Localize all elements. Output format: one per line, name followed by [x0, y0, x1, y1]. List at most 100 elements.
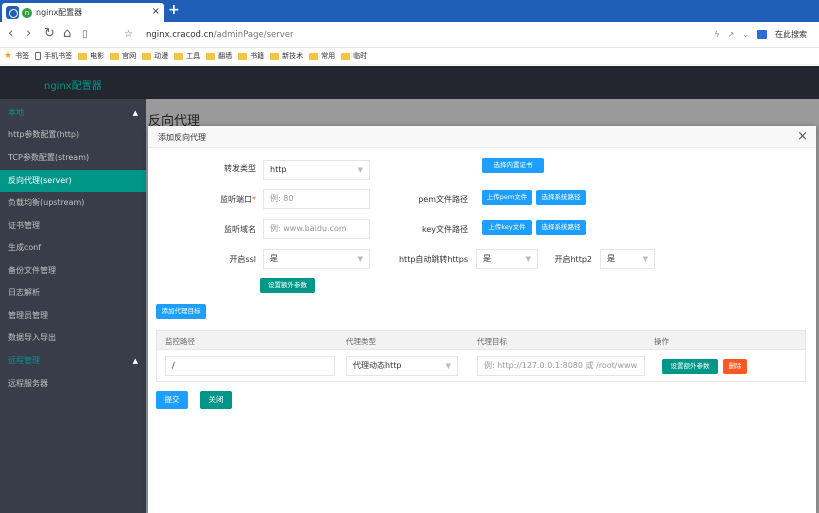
path-input[interactable]: / — [165, 356, 335, 376]
forward-icon[interactable]: › — [26, 27, 31, 41]
http2-label: 开启http2 — [554, 255, 592, 264]
sidebar-item-backup[interactable]: 备份文件管理 — [0, 260, 146, 282]
http2-select[interactable]: 是 ▼ — [600, 249, 655, 269]
table-row: / 代理动态http ▼ 例: http://127.0.0.1:8080 或 … — [156, 350, 806, 382]
url-path: /adminPage/server — [213, 30, 294, 40]
sidebar-item-log[interactable]: 日志解析 — [0, 282, 146, 304]
browser-tab-bar: n nginx配置器 × + — [0, 0, 819, 22]
sidebar-item-stream[interactable]: TCP参数配置(stream) — [0, 147, 146, 169]
folder-icon — [309, 52, 319, 60]
folder-icon — [270, 52, 280, 60]
key-path-label: key文件路径 — [421, 225, 468, 234]
sidebar-item-cert[interactable]: 证书管理 — [0, 215, 146, 237]
proxy-type-select[interactable]: 代理动态http ▼ — [346, 356, 458, 376]
sidebar-item-http[interactable]: http参数配置(http) — [0, 124, 146, 146]
sidebar-item-server[interactable]: 反向代理(server) — [0, 170, 146, 192]
http-redirect-value: 是 — [483, 254, 491, 263]
add-target-button[interactable]: 添加代理目标 — [156, 304, 206, 319]
search-box[interactable]: 在此搜索 — [775, 29, 807, 40]
chevron-down-icon: ▼ — [357, 166, 363, 174]
caret-up-icon: ▲ — [132, 109, 138, 117]
proxy-type-value: 代理动态http — [353, 361, 402, 370]
required-mark: * — [252, 195, 256, 204]
select-cert-button[interactable]: 选择内置证书 — [482, 158, 544, 173]
column-header-path: 监控路径 — [165, 337, 195, 346]
listen-port-input[interactable]: 例: 80 — [263, 189, 370, 209]
sidebar-item-remote-server[interactable]: 远程服务器 — [0, 373, 146, 395]
sidebar-item-upstream[interactable]: 负载均衡(upstream) — [0, 192, 146, 214]
site-favicon-icon: n — [22, 7, 32, 18]
chevron-down-icon: ▼ — [642, 255, 648, 263]
http-redirect-label: http自动跳转https — [398, 255, 468, 264]
chevron-down-icon: ▼ — [525, 255, 531, 263]
sidebar: 本地 ▲ http参数配置(http) TCP参数配置(stream) 反向代理(… — [0, 99, 146, 513]
sidebar-item-conf[interactable]: 生成conf — [0, 237, 146, 259]
ssl-select[interactable]: 是 ▼ — [263, 249, 370, 269]
browser-tab[interactable]: n nginx配置器 × — [2, 3, 164, 22]
bookmark-item[interactable]: 手机书签 — [35, 51, 72, 61]
back-icon[interactable]: ‹ — [8, 27, 13, 41]
app-brand[interactable]: nginx配置器 — [44, 77, 102, 92]
http-redirect-select[interactable]: 是 ▼ — [476, 249, 538, 269]
bookmark-item[interactable]: 常用 — [309, 51, 335, 61]
row-extra-params-button[interactable]: 设置额外参数 — [662, 359, 718, 374]
column-header-target: 代理目标 — [477, 337, 507, 346]
ssl-value: 是 — [270, 254, 278, 263]
share-icon[interactable]: ↗ — [728, 30, 735, 39]
listen-domain-input[interactable]: 例: www.baidu.com — [263, 219, 370, 239]
reload-icon[interactable]: ↻ — [44, 27, 55, 41]
close-button[interactable]: 关闭 — [200, 391, 232, 409]
row-delete-button[interactable]: 删除 — [723, 359, 747, 374]
forward-type-select[interactable]: http ▼ — [263, 160, 370, 180]
bookmark-item[interactable]: 动漫 — [142, 51, 168, 61]
targets-table-header: 监控路径 代理类型 代理目标 操作 — [156, 330, 806, 350]
pem-path-label: pem文件路径 — [418, 195, 468, 204]
listen-port-label: 监听端口* — [220, 195, 256, 204]
sidebar-group-local[interactable]: 本地 ▲ — [0, 102, 146, 124]
bookmark-item[interactable]: 电影 — [78, 51, 104, 61]
bookmark-item[interactable]: 书籍 — [238, 51, 264, 61]
forward-type-label: 转发类型 — [224, 164, 256, 173]
bookmark-item[interactable]: 工具 — [174, 51, 200, 61]
search-engine-icon[interactable] — [757, 30, 767, 39]
modal-title: 添加反向代理 — [158, 133, 206, 142]
caret-up-icon: ▲ — [132, 357, 138, 365]
flash-icon[interactable]: ϟ — [714, 30, 719, 39]
address-bar: ‹ › ↻ ⌂ ▯ ☆ nginx.cracod.cn/adminPage/se… — [0, 22, 819, 48]
folder-icon — [206, 52, 216, 60]
dropdown-icon[interactable]: ⌄ — [742, 30, 749, 39]
reader-mode-icon[interactable]: ▯ — [82, 28, 88, 42]
upload-key-button[interactable]: 上传key文件 — [482, 220, 532, 235]
modal-close-icon[interactable]: × — [797, 129, 808, 144]
bookmark-star-icon[interactable]: ☆ — [124, 28, 133, 42]
column-header-actions: 操作 — [654, 337, 669, 346]
sidebar-item-import[interactable]: 数据导入导出 — [0, 327, 146, 349]
bookmark-item[interactable]: 官网 — [110, 51, 136, 61]
folder-icon — [238, 52, 248, 60]
bookmark-item[interactable]: 临时 — [341, 51, 367, 61]
http2-value: 是 — [607, 254, 615, 263]
home-icon[interactable]: ⌂ — [63, 27, 71, 41]
url-field[interactable]: nginx.cracod.cn/adminPage/server — [146, 30, 294, 40]
sidebar-item-admin[interactable]: 管理员管理 — [0, 305, 146, 327]
bookmark-item[interactable]: 翻墙 — [206, 51, 232, 61]
submit-button[interactable]: 提交 — [156, 391, 188, 409]
bookmark-item[interactable]: 新技术 — [270, 51, 303, 61]
extra-params-button[interactable]: 设置额外参数 — [260, 278, 315, 293]
bookmark-item[interactable]: ★ 书签 — [4, 51, 29, 61]
column-header-type: 代理类型 — [346, 337, 376, 346]
tab-close-icon[interactable]: × — [152, 6, 160, 17]
sidebar-group-remote[interactable]: 远程管理 ▲ — [0, 350, 146, 372]
upload-pem-button[interactable]: 上传pem文件 — [482, 190, 532, 205]
proxy-target-input[interactable]: 例: http://127.0.0.1:8080 或 /root/www — [477, 356, 645, 376]
pem-system-path-button[interactable]: 选择系统路径 — [536, 190, 586, 205]
folder-icon — [341, 52, 351, 60]
listen-domain-label: 监听域名 — [224, 225, 256, 234]
browser-logo-icon — [6, 6, 19, 19]
folder-icon — [174, 52, 184, 60]
folder-icon — [78, 52, 88, 60]
phone-icon — [35, 52, 42, 60]
star-icon: ★ — [4, 51, 13, 61]
key-system-path-button[interactable]: 选择系统路径 — [536, 220, 586, 235]
new-tab-icon[interactable]: + — [168, 2, 180, 18]
